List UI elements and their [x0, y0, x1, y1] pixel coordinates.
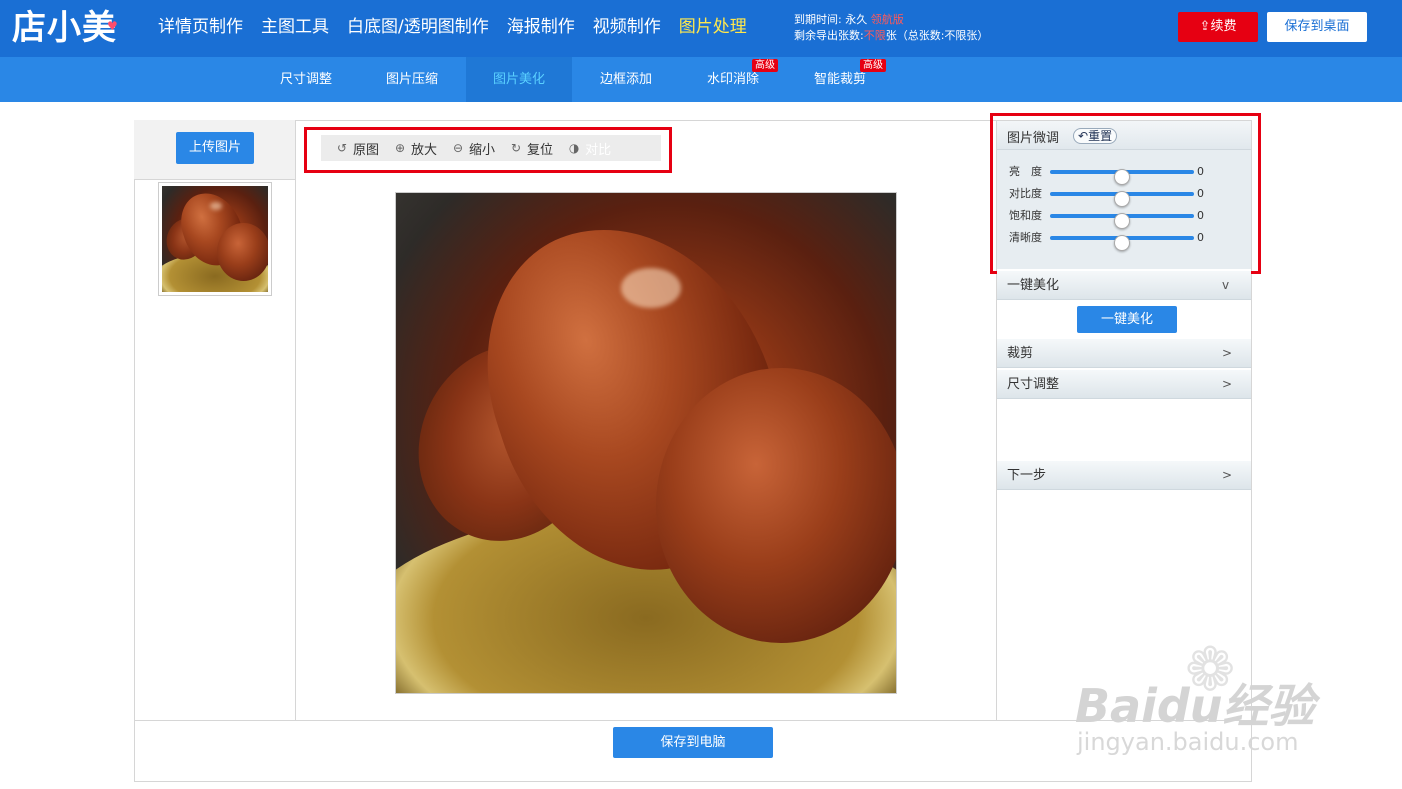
heart-icon: ♥ [107, 19, 119, 33]
image-toolbar: ↺ 原图 ⊕ 放大 ⊖ 缩小 ↻ 复位 ◑ 对比 [321, 135, 661, 161]
remaining-value: 不限 [863, 29, 886, 42]
tab-watermark-remove[interactable]: 水印消除 高级 [680, 57, 786, 102]
cart-icon: ⇪ [1199, 19, 1211, 34]
food-image [396, 193, 896, 693]
history-icon: ↺ [336, 141, 348, 155]
nav-white-bg[interactable]: 白底图/透明图制作 [347, 15, 489, 39]
tab-resize[interactable]: 尺寸调整 [254, 57, 358, 102]
top-nav: 详情页制作 主图工具 白底图/透明图制作 海报制作 视频制作 图片处理 [158, 15, 765, 39]
rotate-icon: ↻ [511, 141, 522, 155]
tab-compress[interactable]: 图片压缩 [360, 57, 464, 102]
tab-beautify[interactable]: 图片美化 [466, 57, 572, 102]
renew-button[interactable]: ⇪续费 [1178, 12, 1258, 42]
edition-badge: 领航版 [870, 13, 904, 26]
watermark-url: jingyan.baidu.com [1077, 728, 1299, 756]
thumbnail-image [162, 186, 268, 292]
zoom-out-icon: ⊖ [453, 141, 464, 155]
remaining-label: 剩余导出张数: [794, 29, 864, 42]
section-resize[interactable]: 尺寸调整 > [997, 370, 1251, 399]
one-click-beautify-button[interactable]: 一键美化 [1077, 306, 1177, 333]
left-panel: 上传图片 [134, 120, 296, 720]
premium-badge: 高级 [860, 59, 886, 72]
nav-video[interactable]: 视频制作 [593, 15, 661, 39]
tab-smart-crop[interactable]: 智能裁剪 高级 [788, 57, 892, 102]
chevron-right-icon: > [1222, 377, 1233, 391]
contrast-icon: ◑ [568, 141, 580, 155]
remaining-unit: 张 [885, 29, 897, 42]
adjust-highlight [990, 113, 1261, 274]
save-to-computer-button[interactable]: 保存到电脑 [613, 727, 773, 758]
app-logo[interactable]: 店小美 ♥ [12, 6, 119, 50]
top-header: 店小美 ♥ 详情页制作 主图工具 白底图/透明图制作 海报制作 视频制作 图片处理… [0, 0, 1402, 57]
chevron-right-icon: > [1222, 468, 1233, 482]
total-note: （总张数:不限张） [896, 29, 989, 42]
reset-view-button[interactable]: ↻ 复位 [509, 139, 553, 158]
account-info: 到期时间: 永久 领航版 剩余导出张数:不限张（总张数:不限张） [794, 12, 988, 44]
premium-badge: 高级 [752, 59, 778, 72]
zoom-in-icon: ⊕ [394, 141, 406, 155]
zoom-out-button[interactable]: ⊖ 缩小 [451, 139, 495, 158]
tab-border[interactable]: 边框添加 [574, 57, 678, 102]
section-beautify[interactable]: 一键美化 v [997, 271, 1251, 300]
nav-image-process[interactable]: 图片处理 [679, 15, 747, 39]
image-thumbnail[interactable] [158, 182, 272, 296]
upload-area: 上传图片 [134, 120, 295, 180]
upload-image-button[interactable]: 上传图片 [176, 132, 254, 164]
compare-button[interactable]: ◑ 对比 [567, 139, 611, 158]
zoom-in-button[interactable]: ⊕ 放大 [393, 139, 437, 158]
baidu-watermark: ❁ Baidu经验 jingyan.baidu.com [1075, 640, 1335, 760]
expire-label: 到期时间: [794, 13, 842, 26]
expire-value: 永久 [845, 13, 868, 26]
sub-tab-bar: 尺寸调整 图片压缩 图片美化 边框添加 水印消除 高级 智能裁剪 高级 [0, 57, 1402, 102]
chevron-right-icon: > [1222, 346, 1233, 360]
main-image-preview[interactable] [395, 192, 897, 694]
nav-poster[interactable]: 海报制作 [507, 15, 575, 39]
section-next-step[interactable]: 下一步 > [997, 461, 1251, 490]
original-button[interactable]: ↺ 原图 [335, 139, 379, 158]
nav-main-image[interactable]: 主图工具 [261, 15, 329, 39]
save-to-desktop-button[interactable]: 保存到桌面 [1267, 12, 1367, 42]
nav-detail-page[interactable]: 详情页制作 [158, 15, 243, 39]
section-crop[interactable]: 裁剪 > [997, 339, 1251, 368]
watermark-brand: Baidu经验 [1075, 679, 1315, 733]
chevron-down-icon: v [1222, 278, 1230, 292]
